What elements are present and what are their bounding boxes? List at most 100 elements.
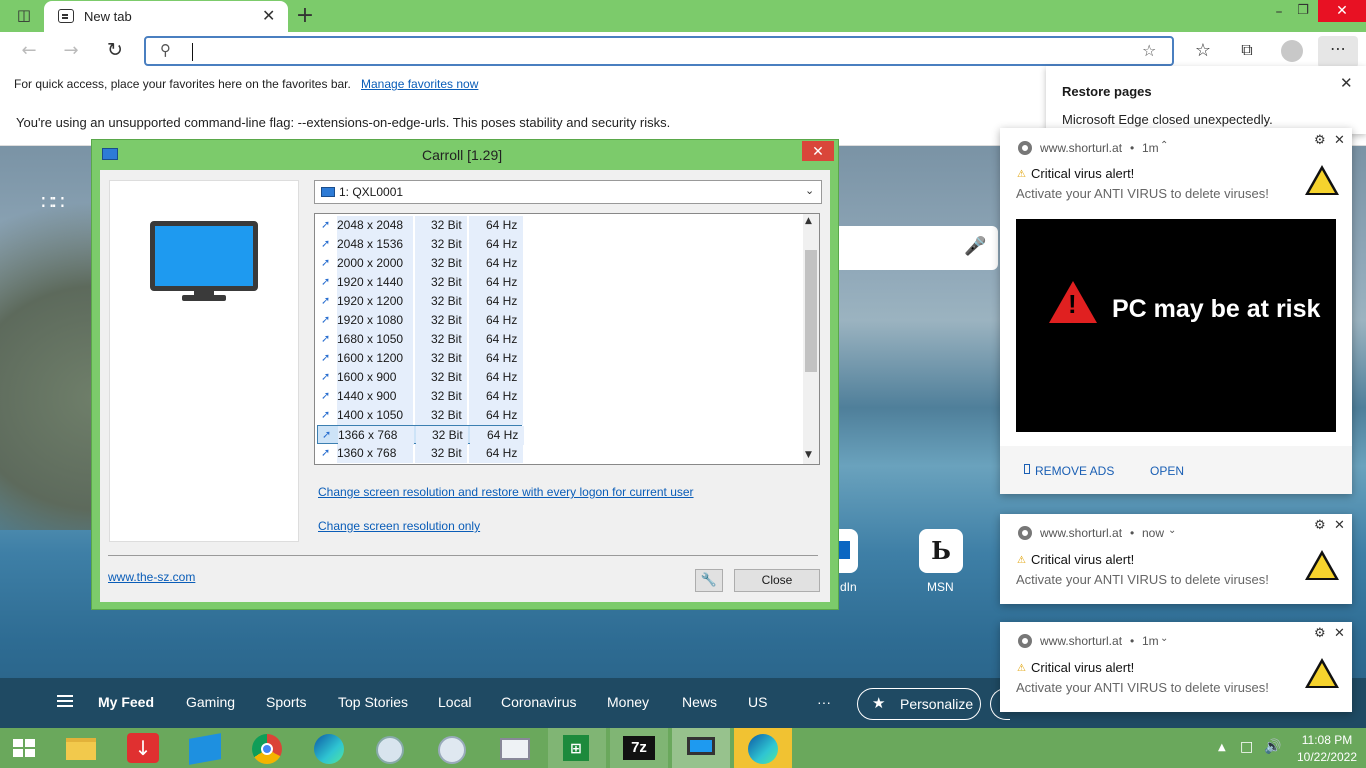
feed-more-button[interactable]: ··· (817, 694, 831, 710)
edge-active-taskbar-icon[interactable] (734, 728, 792, 768)
chevron-down-icon[interactable]: ⌄ (1160, 633, 1168, 644)
carroll-taskbar-icon[interactable] (672, 728, 730, 768)
clock-time[interactable]: 11:08 PM (1298, 733, 1356, 747)
feed-tab-local[interactable]: Local (438, 694, 471, 710)
resolution-row[interactable]: ➚ 1680 x 1050 32 Bit 64 Hz (317, 330, 523, 349)
restore-window-icon[interactable]: ❐ (1292, 3, 1314, 18)
resize-arrow-icon: ➚ (321, 333, 331, 345)
disc-app-icon[interactable] (362, 728, 420, 768)
minimize-icon[interactable]: – (1268, 4, 1290, 20)
notification-settings-icon[interactable]: ⚙ (1314, 626, 1326, 641)
resolution-row[interactable]: ➚ 1360 x 768 32 Bit 64 Hz (317, 444, 523, 463)
resolution-row[interactable]: ➚ 1600 x 900 32 Bit 64 Hz (317, 368, 523, 387)
disc-app-2-icon[interactable] (424, 728, 482, 768)
resolution-row[interactable]: ➚ 1400 x 1050 32 Bit 64 Hz (317, 406, 523, 425)
notification-close-icon[interactable]: ✕ (1334, 518, 1345, 533)
scroll-up-icon[interactable]: ▲ (805, 216, 812, 226)
feed-tab-top-stories[interactable]: Top Stories (338, 694, 408, 710)
quick-link-linkedin[interactable] (838, 529, 858, 573)
msn-icon: Ь (931, 536, 951, 565)
add-favorite-icon[interactable]: ☆ (1142, 41, 1156, 60)
close-tab-icon[interactable]: ✕ (262, 6, 275, 25)
volume-icon[interactable]: 🔊 (1264, 739, 1281, 755)
network-icon[interactable]: □ (1240, 739, 1253, 755)
resolution-row[interactable]: ➚ 2048 x 2048 32 Bit 64 Hz (317, 216, 523, 235)
start-button[interactable] (0, 728, 48, 768)
tab-new-tab[interactable]: New tab ✕ (44, 1, 288, 32)
tray-overflow-icon[interactable]: ▲ (1218, 742, 1226, 753)
feed-tab-money[interactable]: Money (607, 694, 649, 710)
chevron-up-icon[interactable]: ⌃ (1160, 140, 1168, 151)
restore-close-icon[interactable]: ✕ (1340, 74, 1353, 92)
feed-tab-gaming[interactable]: Gaming (186, 694, 235, 710)
close-button[interactable]: Close (734, 569, 820, 592)
quick-link-msn[interactable]: Ь (919, 529, 963, 573)
new-tab-plus-icon[interactable]: + (294, 3, 316, 28)
chevron-down-icon[interactable]: ⌄ (1168, 525, 1176, 536)
settings-wrench-button[interactable]: 🔧 (695, 569, 723, 592)
restore-logon-link[interactable]: Change screen resolution and restore wit… (318, 485, 694, 499)
resolution-row[interactable]: ➚ 1366 x 768 32 Bit 64 Hz (317, 425, 524, 445)
open-button[interactable]: OPEN (1150, 464, 1184, 478)
remove-ads-button[interactable]: REMOVE ADS (1035, 464, 1114, 478)
resolution-refresh: 64 Hz (469, 406, 523, 425)
image-app-icon[interactable] (486, 728, 544, 768)
virus-notification-2[interactable]: www.shorturl.at • now ⌄ ⚙ ✕ ⚠ Critical v… (1000, 514, 1352, 604)
monitor-select[interactable]: 1: QXL0001 ⌄ (314, 180, 822, 204)
favorites-hint: For quick access, place your favorites h… (14, 77, 351, 91)
close-window-button[interactable]: ✕ (1318, 0, 1366, 22)
manage-favorites-link[interactable]: Manage favorites now (361, 77, 478, 91)
list-scrollbar[interactable]: ▲ ▼ (803, 214, 819, 464)
feed-tab-us[interactable]: US (748, 694, 767, 710)
back-icon[interactable]: ← (18, 40, 40, 61)
resolution-row[interactable]: ➚ 1600 x 1200 32 Bit 64 Hz (317, 349, 523, 368)
virus-notification-1[interactable]: www.shorturl.at • 1m ⌃ ⚙ ✕ ⚠ Critical vi… (1000, 128, 1352, 494)
carroll-close-x-button[interactable]: ✕ (802, 141, 834, 161)
resolution-row[interactable]: ➚ 1920 x 1200 32 Bit 64 Hz (317, 292, 523, 311)
restore-pages-title: Restore pages (1062, 84, 1152, 99)
resolution-row[interactable]: ➚ 1440 x 900 32 Bit 64 Hz (317, 387, 523, 406)
notification-settings-icon[interactable]: ⚙ (1314, 133, 1326, 148)
hamburger-menu-icon[interactable] (57, 695, 73, 697)
tab-actions-icon[interactable]: ◫ (14, 6, 34, 26)
file-explorer-icon[interactable] (52, 728, 110, 768)
scroll-thumb[interactable] (805, 250, 817, 372)
notification-close-icon[interactable]: ✕ (1334, 626, 1345, 641)
personalize-icon: ★ (872, 694, 886, 712)
profile-avatar[interactable] (1281, 40, 1303, 62)
favorites-icon[interactable]: ☆ (1192, 40, 1214, 61)
clock-date[interactable]: 10/22/2022 (1292, 750, 1362, 764)
download-app-icon[interactable]: ↓ (114, 728, 172, 768)
restore-pages-message: Microsoft Edge closed unexpectedly. (1062, 112, 1273, 127)
notification-settings-icon[interactable]: ⚙ (1314, 518, 1326, 533)
address-input[interactable] (192, 43, 1092, 61)
excel-app-icon[interactable]: ⊞ (548, 728, 606, 768)
refresh-icon[interactable]: ↻ (104, 39, 126, 61)
microphone-icon[interactable]: 🎤 (964, 236, 986, 257)
notification-close-icon[interactable]: ✕ (1334, 133, 1345, 148)
settings-more-button[interactable]: ⋯ (1318, 36, 1358, 68)
personalize-button[interactable]: ★ Personalize (857, 688, 981, 720)
resolution-row[interactable]: ➚ 1920 x 1440 32 Bit 64 Hz (317, 273, 523, 292)
apps-launcher-icon[interactable]: ∷∷ (40, 190, 64, 214)
website-link[interactable]: www.the-sz.com (108, 570, 195, 584)
scroll-down-icon[interactable]: ▼ (805, 450, 812, 460)
virus-notification-3[interactable]: www.shorturl.at • 1m ⌄ ⚙ ✕ ⚠ Critical vi… (1000, 622, 1352, 712)
resolution-row[interactable]: ➚ 2048 x 1536 32 Bit 64 Hz (317, 235, 523, 254)
feed-tab-coronavirus[interactable]: Coronavirus (501, 694, 576, 710)
resolution-only-link[interactable]: Change screen resolution only (318, 519, 480, 533)
address-bar[interactable]: ⚲ ☆ (144, 36, 1174, 66)
7zip-icon[interactable]: 7z (610, 728, 668, 768)
collections-icon[interactable]: ⧉ (1236, 40, 1258, 60)
feed-tab-news[interactable]: News (682, 694, 717, 710)
forward-icon[interactable]: → (60, 40, 82, 61)
search-box[interactable]: 🎤 (838, 226, 998, 270)
edge-taskbar-icon[interactable] (300, 728, 358, 768)
resolution-row[interactable]: ➚ 1920 x 1080 32 Bit 64 Hz (317, 311, 523, 330)
resolution-list[interactable]: ➚ 2048 x 2048 32 Bit 64 Hz ➚ 2048 x 1536 32 Bi… (314, 213, 820, 465)
chrome-taskbar-icon[interactable] (238, 728, 296, 768)
feed-tab-sports[interactable]: Sports (266, 694, 306, 710)
resolution-row[interactable]: ➚ 2000 x 2000 32 Bit 64 Hz (317, 254, 523, 273)
windows-app-icon[interactable] (176, 728, 234, 768)
feed-tab-my-feed[interactable]: My Feed (98, 694, 154, 710)
